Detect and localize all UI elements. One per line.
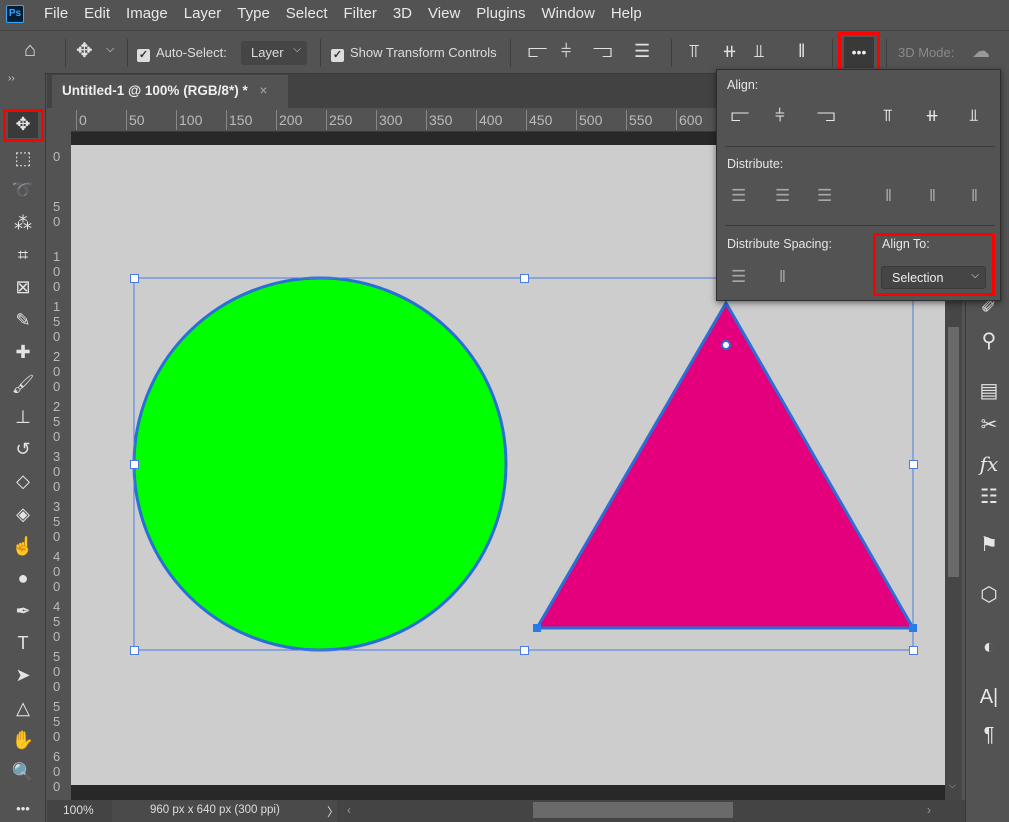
- distribute-left-edges-icon[interactable]: ‖: [885, 186, 892, 206]
- highlight-box: [873, 233, 995, 296]
- align-label: Align:: [727, 78, 759, 92]
- status-bar: 100% 960 px x 640 px (300 ppi) 〉 ‹ ›: [47, 800, 965, 822]
- character-icon[interactable]: A|: [974, 686, 1004, 714]
- zoom-level[interactable]: 100%: [63, 803, 94, 817]
- adjustments-icon[interactable]: ☷: [974, 484, 1004, 512]
- magenta-triangle-shape[interactable]: [534, 300, 916, 630]
- clone-source-icon[interactable]: ⚲: [974, 328, 1004, 356]
- align-bottom-edges-icon[interactable]: ⫫: [969, 106, 979, 126]
- green-circle-shape[interactable]: [132, 276, 508, 652]
- scroll-right-icon[interactable]: ›: [927, 803, 931, 817]
- document-info: 960 px x 640 px (300 ppi): [150, 804, 280, 816]
- vertical-scroll-thumb[interactable]: [948, 327, 959, 577]
- status-menu-arrow-icon[interactable]: 〉: [327, 803, 339, 820]
- align-left-edges-icon[interactable]: ⫍: [731, 106, 749, 126]
- distribute-top-edges-icon[interactable]: ☰: [731, 186, 746, 206]
- transform-handle-right[interactable]: [909, 460, 918, 469]
- scroll-left-icon[interactable]: ‹: [347, 803, 351, 817]
- transform-handle-bottom-right[interactable]: [909, 646, 918, 655]
- transform-handle-top[interactable]: [520, 274, 529, 283]
- horizontal-scroll-thumb[interactable]: [533, 802, 733, 818]
- align-horizontal-centers-icon[interactable]: ⫩: [775, 106, 785, 126]
- distribute-vertical-centers-icon[interactable]: ☰: [775, 186, 790, 206]
- anchor-point[interactable]: [533, 624, 541, 632]
- transform-handle-left[interactable]: [130, 460, 139, 469]
- scroll-down-icon[interactable]: ⌵: [949, 780, 956, 791]
- libraries-icon[interactable]: ⚑: [974, 532, 1004, 560]
- properties-icon[interactable]: ▤: [974, 378, 1004, 406]
- transform-handle-top-left[interactable]: [130, 274, 139, 283]
- paragraph-icon[interactable]: ¶: [974, 724, 1004, 752]
- reference-point-icon[interactable]: [721, 340, 731, 350]
- align-vertical-centers-icon[interactable]: ⧺: [925, 106, 939, 126]
- align-top-edges-icon[interactable]: ⫪: [883, 106, 893, 126]
- distribute-spacing-label: Distribute Spacing:: [727, 237, 832, 251]
- distribute-bottom-edges-icon[interactable]: ☰: [817, 186, 832, 206]
- 3d-icon[interactable]: ⬡: [974, 582, 1004, 610]
- styles-fx-icon[interactable]: fx: [974, 452, 1004, 480]
- distribute-horizontal-centers-icon[interactable]: ‖: [929, 186, 936, 206]
- distribute-vertical-spacing-icon[interactable]: ☰: [731, 267, 746, 287]
- color-icon[interactable]: ◐: [974, 636, 1004, 664]
- distribute-horizontal-spacing-icon[interactable]: ‖: [779, 267, 786, 287]
- anchor-point[interactable]: [909, 624, 917, 632]
- transform-handle-bottom[interactable]: [520, 646, 529, 655]
- distribute-label: Distribute:: [727, 157, 784, 171]
- distribute-right-edges-icon[interactable]: ‖: [971, 186, 978, 206]
- align-right-edges-icon[interactable]: ⫎: [817, 106, 835, 126]
- paths-icon[interactable]: ✂: [974, 412, 1004, 440]
- align-options-popup: Align: ⫍ ⫩ ⫎ ⫪ ⧺ ⫫ Distribute: ☰ ☰ ☰ ‖ ‖…: [716, 69, 1001, 301]
- transform-handle-bottom-left[interactable]: [130, 646, 139, 655]
